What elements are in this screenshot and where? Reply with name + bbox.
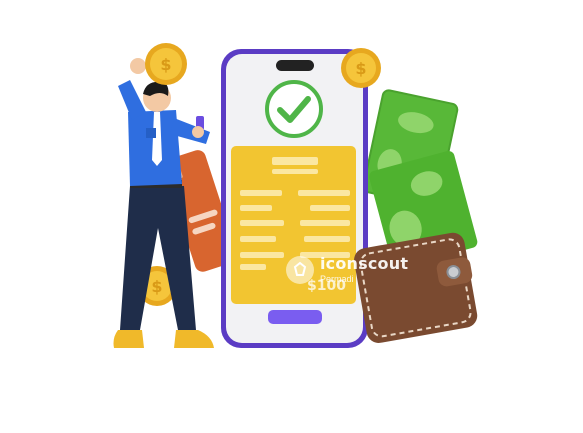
- coin-icon: $: [145, 43, 187, 85]
- svg-text:$: $: [355, 59, 366, 78]
- svg-text:$: $: [151, 277, 162, 296]
- coin-icon: $: [341, 48, 381, 88]
- receipt-amount: $100: [307, 278, 346, 294]
- illustration-canvas: $ $ $: [113, 43, 478, 348]
- check-icon: [265, 80, 323, 138]
- wallet-icon: [354, 232, 478, 343]
- payment-success-illustration: $ $ $ $100 iconscout Permadi: [0, 0, 583, 428]
- svg-text:$: $: [160, 55, 171, 74]
